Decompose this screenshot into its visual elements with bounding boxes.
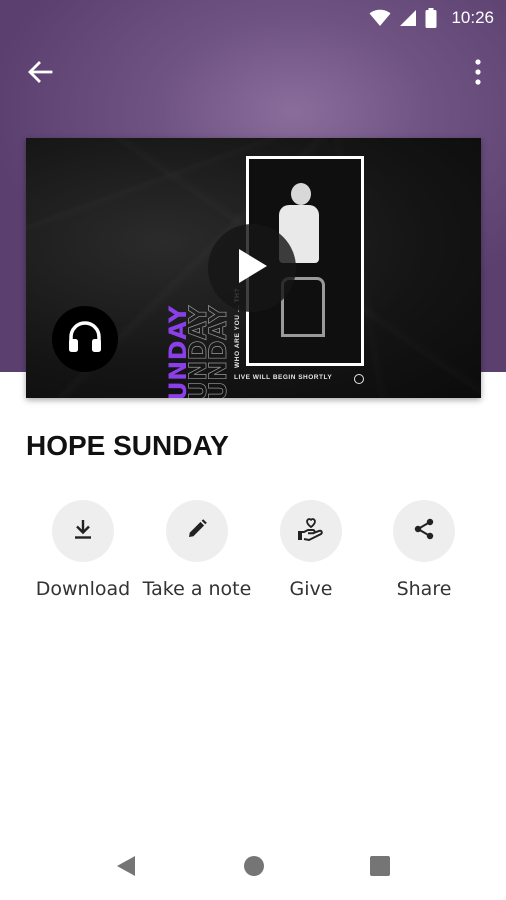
battery-icon (425, 8, 437, 28)
give-label: Give (289, 578, 333, 600)
share-label: Share (396, 578, 452, 600)
more-options-button[interactable] (466, 58, 490, 90)
signal-icon (399, 9, 417, 27)
nav-home-button[interactable] (240, 854, 268, 882)
sermon-media-card[interactable]: HOPE SUNDAY HOPE SUNDAY HOPE SUNDAY WHO … (26, 138, 481, 398)
poster-title-echo: HOPE SUNDAY (204, 305, 233, 398)
download-label: Download (35, 578, 131, 600)
nav-recents-icon (369, 855, 391, 882)
back-button[interactable] (22, 60, 58, 88)
status-bar: 10:26 (0, 0, 506, 36)
arrow-back-icon (27, 60, 53, 89)
take-note-label: Take a note (142, 578, 252, 600)
share-icon (412, 517, 436, 546)
app-bar (0, 52, 506, 96)
poster-caption: LIVE WILL BEGIN SHORTLY (234, 374, 333, 381)
take-note-button[interactable]: Take a note (137, 500, 257, 600)
share-button[interactable]: Share (364, 500, 484, 600)
nav-home-icon (242, 854, 266, 883)
download-circle (52, 500, 114, 562)
nav-back-button[interactable] (112, 854, 140, 882)
nav-back-icon (115, 854, 137, 883)
system-nav-bar (0, 836, 506, 900)
nav-recents-button[interactable] (366, 854, 394, 882)
download-button[interactable]: Download (23, 500, 143, 600)
action-row: Download Take a note Give Share (0, 500, 506, 610)
status-time: 10:26 (451, 8, 494, 27)
give-circle (280, 500, 342, 562)
pencil-icon (185, 517, 209, 546)
sermon-title: HOPE SUNDAY (26, 430, 229, 461)
wifi-icon (369, 9, 391, 27)
share-circle (393, 500, 455, 562)
headphones-icon (67, 320, 103, 359)
church-logo-icon (354, 374, 364, 384)
give-heart-hand-icon (297, 516, 325, 547)
play-button[interactable] (208, 224, 296, 312)
more-vert-icon (474, 58, 482, 90)
take-note-circle (166, 500, 228, 562)
play-icon (235, 247, 269, 290)
give-button[interactable]: Give (251, 500, 371, 600)
audio-mode-button[interactable] (52, 306, 118, 372)
download-icon (71, 517, 95, 546)
